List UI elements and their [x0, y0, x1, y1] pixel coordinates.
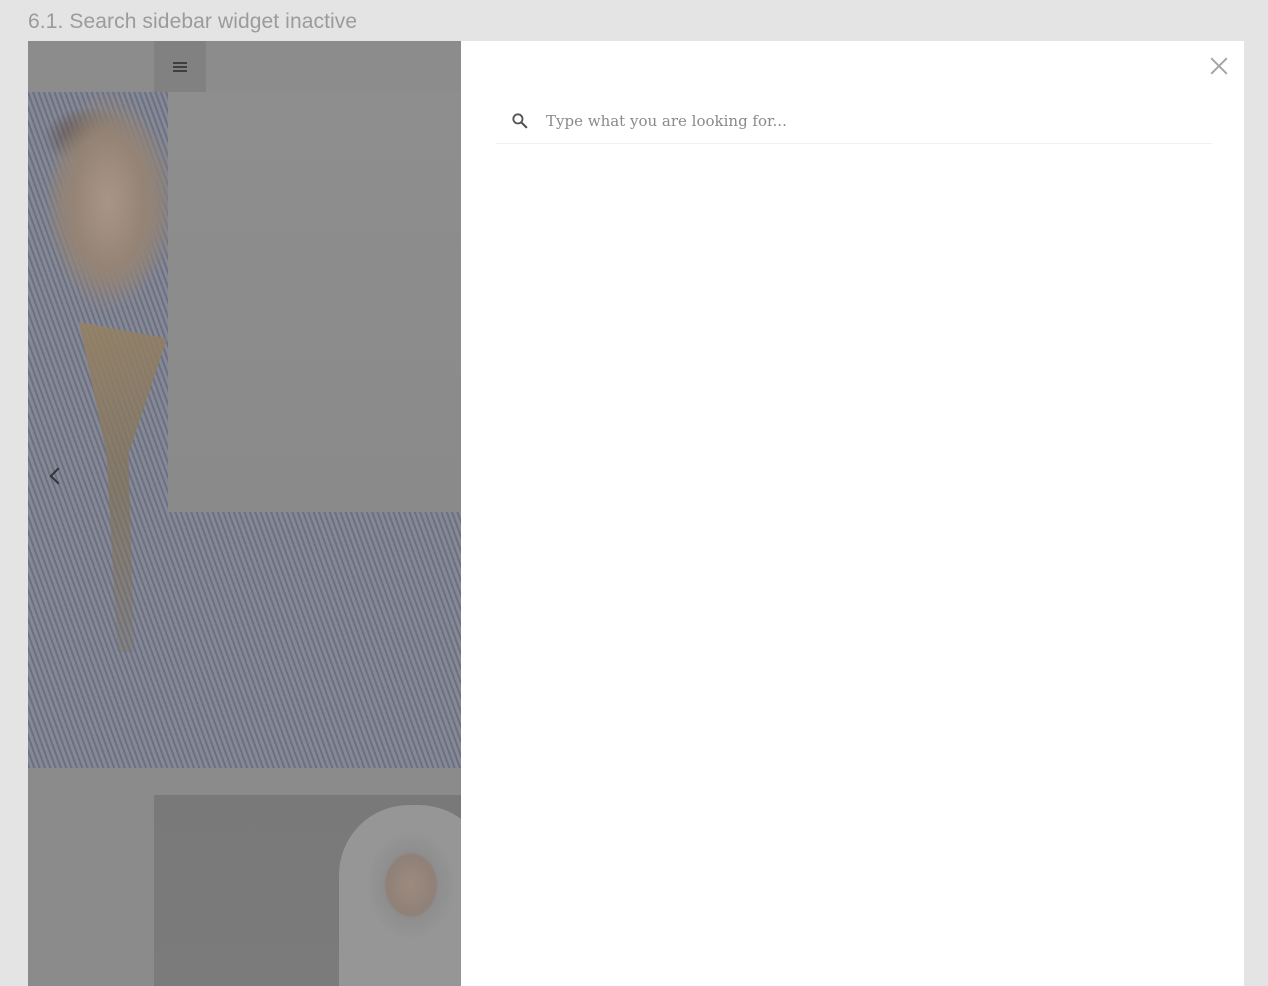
hamburger-menu-icon — [173, 61, 187, 72]
site-preview-frame — [28, 41, 1244, 986]
search-input[interactable] — [546, 112, 1186, 130]
product-image — [154, 795, 461, 986]
chevron-left-icon[interactable] — [49, 467, 67, 485]
page-title: 6.1. Search sidebar widget inactive — [28, 10, 358, 33]
search-icon[interactable] — [510, 111, 530, 131]
close-icon[interactable] — [1208, 55, 1230, 77]
site-header-bar — [28, 41, 461, 92]
menu-button[interactable] — [154, 41, 206, 92]
hero-image — [28, 92, 461, 768]
search-sidebar-panel — [461, 41, 1244, 986]
search-bar — [496, 99, 1212, 144]
